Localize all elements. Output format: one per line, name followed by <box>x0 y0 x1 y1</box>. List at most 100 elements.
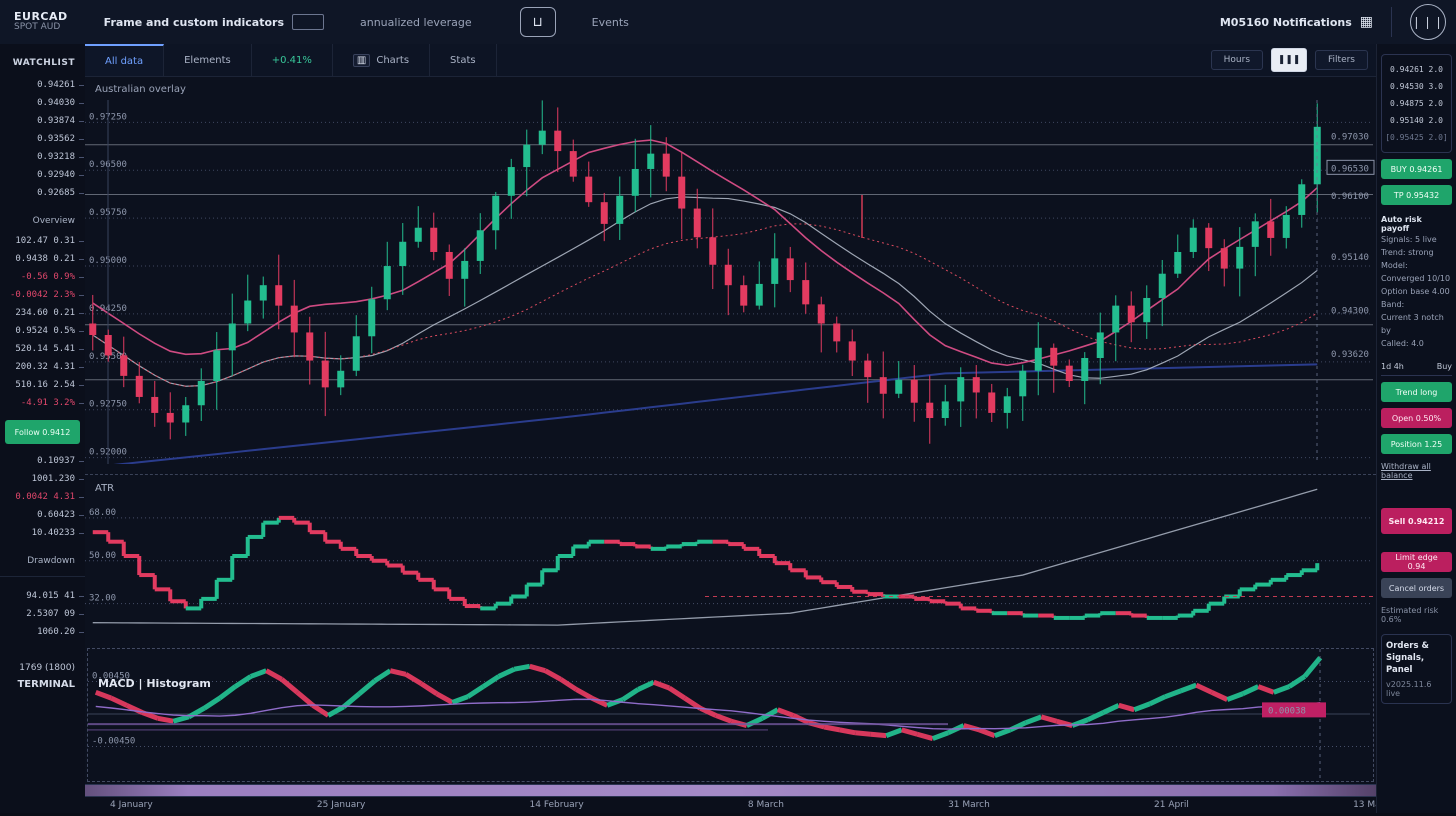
price-scale-label: 0.95140 <box>1331 253 1369 263</box>
period-value[interactable]: 1d 4h <box>1381 362 1404 371</box>
tab-label: Elements <box>184 55 231 66</box>
atr-grid-label: 32.00 <box>89 594 116 604</box>
tab-label: Stats <box>450 55 476 66</box>
watchlist-row[interactable]: 0.94030 <box>0 94 85 112</box>
price-scale-label: 0.96530 <box>1331 164 1369 174</box>
stats-title: Auto risk payoff <box>1381 215 1452 233</box>
action-button-trend-long[interactable]: Trend long <box>1381 382 1452 402</box>
quote-row[interactable]: 0.95140 2.0 <box>1385 112 1448 129</box>
notifications-grid-icon[interactable]: ▦ <box>1360 14 1373 30</box>
watchlist-section-metrics: 0.109371001.2300.0042 4.310.6042310.4023… <box>0 452 85 542</box>
stat-line: Model: <box>1381 259 1452 272</box>
watchlist-row[interactable]: 0.10937 <box>0 452 85 470</box>
watchlist-row[interactable]: 0.9438 0.21 <box>0 250 85 268</box>
watchlist-row[interactable]: 2.5307 09 <box>0 605 85 623</box>
tab-stats[interactable]: Stats <box>430 44 497 76</box>
action-buttons: Trend long Open 0.50% Position 1.25 <box>1381 382 1452 454</box>
quote-row[interactable]: 0.94530 3.0 <box>1385 78 1448 95</box>
xaxis-label: 31 March <box>948 800 990 810</box>
notifications-label[interactable]: M05160 Notifications <box>1220 16 1352 29</box>
symbol-selector[interactable]: EURCAD SPOT AUD <box>14 11 68 33</box>
footer-status: v2025.11.6 live <box>1386 680 1447 698</box>
watchlist-sidebar: WATCHLIST 0.942610.940300.938740.935620.… <box>0 44 86 816</box>
quote-row[interactable]: [0.95425 2.0] <box>1385 129 1448 146</box>
sell-button[interactable]: Sell 0.94212 <box>1381 508 1452 534</box>
watchlist-row[interactable]: 520.14 5.41 <box>0 340 85 358</box>
main-candlestick-chart[interactable]: 0.972500.965000.957500.950000.942500.935… <box>85 100 1376 464</box>
macd-label: MACD | Histogram <box>98 677 211 690</box>
cancel-orders-button[interactable]: Cancel orders <box>1381 578 1452 598</box>
watchlist-row[interactable]: 0.0042 4.31 <box>0 488 85 506</box>
watchlist-row[interactable]: 200.32 4.31 <box>0 358 85 376</box>
watchlist-row[interactable]: 102.47 0.31 <box>0 232 85 250</box>
watchlist-row[interactable]: -0.0042 2.3% <box>0 286 85 304</box>
watchlist-row[interactable]: 0.92685 <box>0 184 85 202</box>
watchlist-row[interactable]: -0.56 0.9% <box>0 268 85 286</box>
watchlist-row[interactable]: 0.93874 <box>0 112 85 130</box>
bars-icon: ❚❚❚ <box>1278 55 1301 65</box>
watchlist-section-prices: 0.942610.940300.938740.935620.932180.929… <box>0 76 85 202</box>
stat-line: Signals: 5 live <box>1381 233 1452 246</box>
menu-annualized-leverage[interactable]: annualized leverage <box>360 16 472 29</box>
order-panel: 0.94261 2.00.94530 3.00.94875 2.00.95140… <box>1376 44 1456 816</box>
watchlist-section-totals: 94.015 412.5307 091060.20 <box>0 587 85 641</box>
follow-button[interactable]: Follow 0.9412 <box>5 420 80 444</box>
tab-all-data[interactable]: All data <box>85 44 164 76</box>
avatar-menu-icon: ❘❘❘ <box>1411 15 1444 29</box>
watchlist-row[interactable]: 0.93562 <box>0 130 85 148</box>
risk-note: Estimated risk 0.6% <box>1381 606 1452 624</box>
quote-ladder: 0.94261 2.00.94530 3.00.94875 2.00.95140… <box>1381 54 1452 153</box>
chart-area: All data Elements +0.41%▥Charts Stats Hours… <box>85 44 1376 816</box>
stat-line: Option base 4.00 <box>1381 285 1452 298</box>
watchlist-row[interactable]: 234.60 0.21 <box>0 304 85 322</box>
watchlist-row[interactable]: 0.92940 <box>0 166 85 184</box>
stat-line: Converged 10/10 <box>1381 272 1452 285</box>
tab-label: Charts <box>376 55 409 66</box>
atr-chart[interactable]: 68.0050.0032.00 <box>85 475 1376 637</box>
withdraw-link[interactable]: Withdraw all balance <box>1381 462 1452 480</box>
terminal-link[interactable]: TERMINAL <box>0 679 85 690</box>
side-value[interactable]: Buy <box>1437 362 1452 371</box>
tab-charts[interactable]: ▥Charts <box>333 44 430 76</box>
timeframe-button[interactable]: Hours <box>1211 50 1263 70</box>
watchlist-row[interactable]: 0.9524 0.5% <box>0 322 85 340</box>
bar-style-button[interactable]: ❚❚❚ <box>1271 48 1307 72</box>
watchlist-row[interactable]: -4.91 3.2% <box>0 394 85 412</box>
chart-navigator-scrollbar[interactable] <box>85 784 1376 797</box>
take-profit-button[interactable]: TP 0.95432 <box>1381 185 1452 205</box>
frames-mini-input[interactable] <box>292 14 324 30</box>
atr-grid-label: 50.00 <box>89 551 116 561</box>
watchlist-row[interactable]: 0.94261 <box>0 76 85 94</box>
menu-frames-indicators[interactable]: Frame and custom indicators <box>104 16 284 29</box>
avatar[interactable]: ❘❘❘ <box>1410 4 1446 40</box>
divider <box>0 576 85 577</box>
watchlist-row[interactable]: 94.015 41 <box>0 587 85 605</box>
tab-label: All data <box>105 56 143 67</box>
events-label[interactable]: Events <box>592 16 629 29</box>
watchlist-row[interactable]: 510.16 2.54 <box>0 376 85 394</box>
stat-line: Current 3 notch by <box>1381 311 1452 337</box>
watchlist-row[interactable]: 10.40233 <box>0 524 85 542</box>
action-button-position-1-25[interactable]: Position 1.25 <box>1381 434 1452 454</box>
watchlist-row[interactable]: 1060.20 <box>0 623 85 641</box>
filters-button[interactable]: Filters <box>1315 50 1368 70</box>
price-scale-label: 0.96100 <box>1331 192 1369 202</box>
macd-chart[interactable]: 0.00450-0.004500.00038 <box>88 649 1373 779</box>
watchlist-row[interactable]: 1001.230 <box>0 470 85 488</box>
buy-limit-button[interactable]: BUY 0.94261 <box>1381 159 1452 179</box>
watchlist-row[interactable]: 0.93218 <box>0 148 85 166</box>
stat-line: Called: 4.0 <box>1381 337 1452 350</box>
events-icon-button[interactable]: ⊔ <box>520 7 556 37</box>
action-button-open-0-50-[interactable]: Open 0.50% <box>1381 408 1452 428</box>
tab-elements[interactable]: Elements <box>164 44 252 76</box>
panel-footer-card: Orders & Signals, Panel v2025.11.6 live <box>1381 634 1452 704</box>
watchlist-title: WATCHLIST <box>0 44 85 76</box>
price-scale-label: 0.93620 <box>1331 350 1369 360</box>
limit-button[interactable]: Limit edge 0.94 <box>1381 552 1452 572</box>
quote-row[interactable]: 0.94261 2.0 <box>1385 61 1448 78</box>
quote-row[interactable]: 0.94875 2.0 <box>1385 95 1448 112</box>
atr-label: ATR <box>95 483 114 494</box>
divider <box>1391 7 1392 37</box>
watchlist-row[interactable]: 0.60423 <box>0 506 85 524</box>
tab--0-41-[interactable]: +0.41% <box>252 44 333 76</box>
